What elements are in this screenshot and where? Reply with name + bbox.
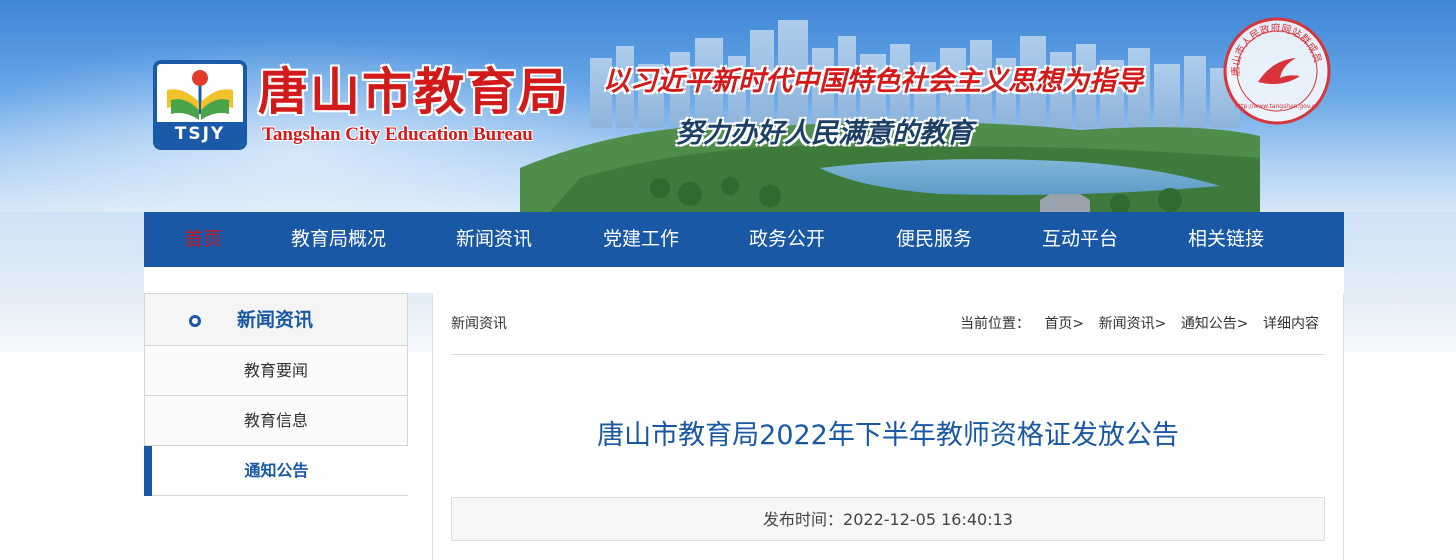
- sidebar-header: 新闻资讯: [144, 293, 408, 346]
- section-label: 新闻资讯: [451, 316, 507, 332]
- breadcrumb-label: 当前位置：: [959, 316, 1030, 332]
- sidebar-item-education-info[interactable]: 教育信息: [144, 396, 408, 446]
- site-title: 唐山市教育局: [258, 63, 570, 121]
- nav-item-bureau-overview[interactable]: 教育局概况: [291, 212, 386, 267]
- breadcrumb-notices[interactable]: 通知公告>: [1181, 316, 1249, 332]
- publish-time: 发布时间：2022-12-05 16:40:13: [763, 510, 1013, 529]
- breadcrumb-home[interactable]: 首页>: [1044, 316, 1084, 332]
- circle-bullet-icon: [189, 315, 201, 327]
- city-skyline-image: [520, 20, 1260, 212]
- nav-item-government-affairs[interactable]: 政务公开: [749, 212, 825, 267]
- breadcrumb-news[interactable]: 新闻资讯>: [1099, 316, 1167, 332]
- seal-url: http://www.tangshan.gov.cn: [1235, 103, 1319, 110]
- logo-text: TSJY: [157, 122, 243, 146]
- breadcrumb: 当前位置： 首页> 新闻资讯> 通知公告> 详细内容: [960, 293, 1319, 355]
- breadcrumb-detail: 详细内容: [1263, 316, 1319, 332]
- logo-emblem: [157, 64, 243, 126]
- site-logo[interactable]: TSJY: [153, 60, 247, 150]
- main-content: 新闻资讯 当前位置： 首页> 新闻资讯> 通知公告> 详细内容 唐山市教育局20…: [432, 293, 1344, 560]
- site-subtitle-en: Tangshan City Education Bureau: [262, 124, 533, 145]
- nav-item-related-links[interactable]: 相关链接: [1188, 212, 1264, 267]
- nav-item-interaction[interactable]: 互动平台: [1042, 212, 1118, 267]
- sidebar-title: 新闻资讯: [237, 309, 314, 331]
- sidebar-item-notices[interactable]: 通知公告: [144, 446, 408, 496]
- nav-item-party-building[interactable]: 党建工作: [603, 212, 679, 267]
- nav-item-home[interactable]: 首页: [184, 212, 222, 267]
- nav-item-news[interactable]: 新闻资讯: [456, 212, 532, 267]
- slogan-primary: 以习近平新时代中国特色社会主义思想为指导: [603, 66, 1143, 97]
- nav-spacer: [144, 267, 1344, 293]
- publish-time-box: 发布时间：2022-12-05 16:40:13: [451, 497, 1325, 541]
- breadcrumb-bar: 新闻资讯 当前位置： 首页> 新闻资讯> 通知公告> 详细内容: [451, 293, 1325, 355]
- sidebar: 新闻资讯 教育要闻 教育信息 通知公告: [144, 293, 408, 496]
- main-nav: 首页 教育局概况 新闻资讯 党建工作 政务公开 便民服务 互动平台 相关链接: [144, 212, 1344, 267]
- header-banner: TSJY 唐山市教育局 Tangshan City Education Bure…: [0, 0, 1456, 212]
- article-title: 唐山市教育局2022年下半年教师资格证发放公告: [597, 420, 1179, 451]
- slogan-secondary: 努力办好人民满意的教育: [676, 118, 973, 149]
- nav-item-public-services[interactable]: 便民服务: [896, 212, 972, 267]
- sidebar-item-education-news[interactable]: 教育要闻: [144, 346, 408, 396]
- gov-site-group-seal[interactable]: 唐山市人民政府网站群成员 http://www.tangshan.gov.cn: [1222, 16, 1332, 126]
